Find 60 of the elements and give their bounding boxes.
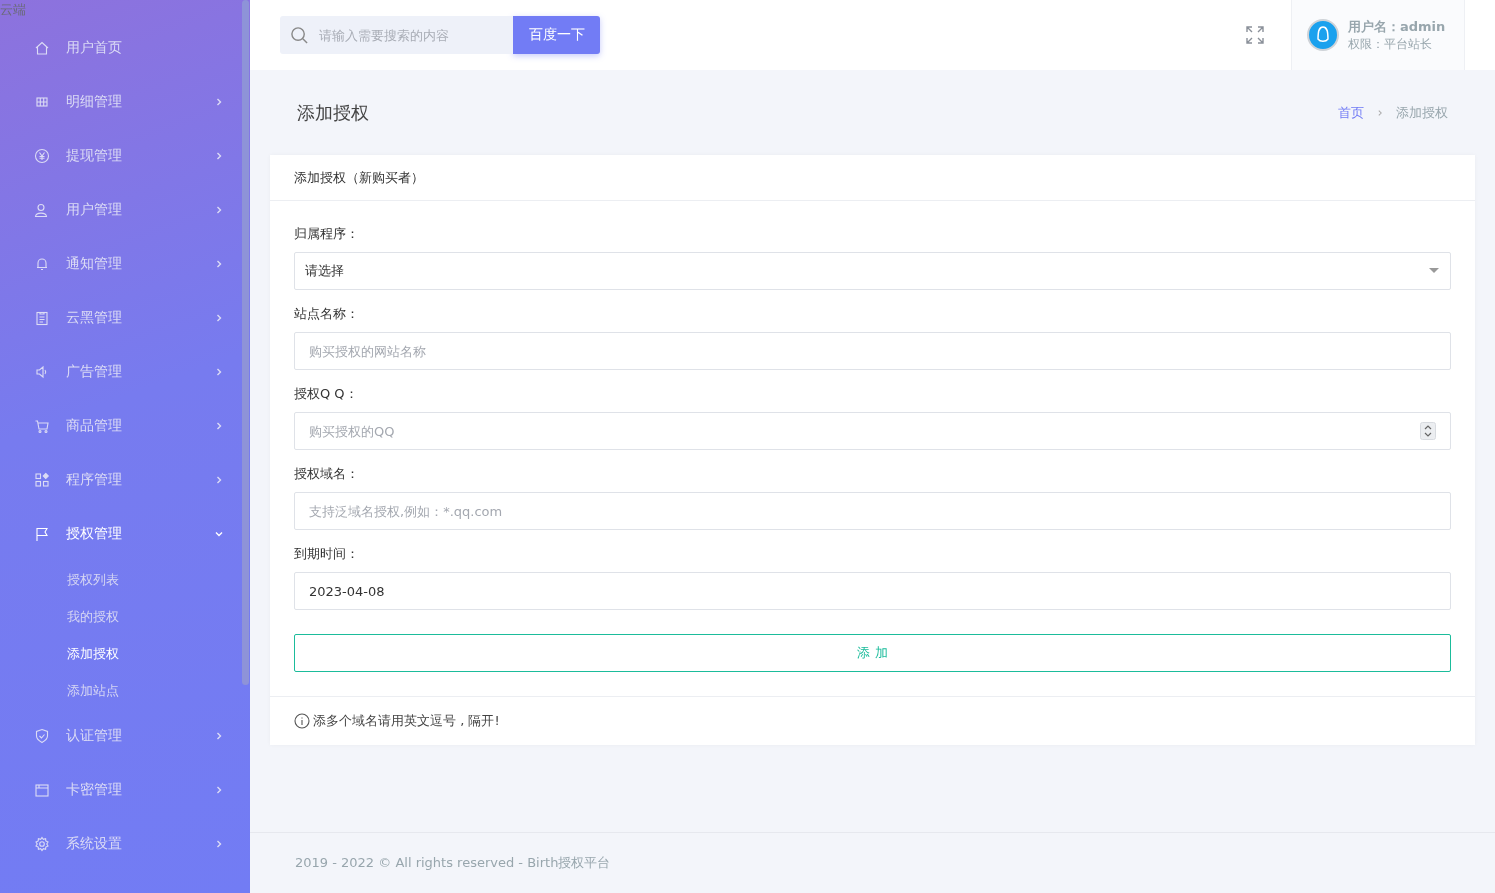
sidebar-item[interactable]: 认证管理 [0, 709, 250, 763]
input-field[interactable]: 购买授权的网站名称 [294, 332, 1451, 370]
grid-icon [34, 94, 50, 110]
page-title: 添加授权 [297, 100, 369, 125]
sidebar-item[interactable]: 广告管理 [0, 345, 250, 399]
card-icon [34, 782, 50, 798]
sidebar-item[interactable]: 系统设置 [0, 817, 250, 871]
card-title: 添加授权（新购买者） [294, 168, 424, 187]
user-role: 权限：平台站长 [1348, 35, 1433, 53]
cart-icon [34, 418, 50, 434]
search-button[interactable]: 百度一下 [513, 16, 600, 54]
sidebar-item[interactable]: 用户管理 [0, 183, 250, 237]
info-icon [294, 713, 310, 729]
input-field[interactable]: 支持泛域名授权,例如：*.qq.com [294, 492, 1451, 530]
apps-icon [34, 472, 50, 488]
yen-icon [34, 148, 50, 164]
user-icon [34, 202, 50, 218]
footer-text: 2019 - 2022 © All rights reserved - Birth授权平台 [295, 854, 611, 872]
home-icon [34, 40, 50, 56]
field-label: 到期时间： [294, 545, 360, 563]
sidebar-item[interactable]: 明细管理 [0, 75, 250, 129]
user-name: 用户名：admin [1348, 17, 1446, 36]
breadcrumb-link[interactable]: 添加授权 [1396, 103, 1448, 122]
logo-text: 云端 [0, 1, 26, 19]
avatar-icon [1307, 19, 1339, 51]
sidebar-item[interactable]: 提现管理 [0, 129, 250, 183]
field-label: 授权域名： [294, 465, 360, 483]
shield-icon [34, 728, 50, 744]
sidebar-item[interactable]: 用户首页 [0, 21, 250, 75]
select-field[interactable]: 请选择 [294, 252, 1451, 290]
search-icon [290, 26, 309, 45]
submenu-item[interactable]: 添加站点 [0, 672, 250, 709]
search-field[interactable]: 请输入需要搜索的内容 [280, 16, 513, 54]
spinner-icon[interactable] [1420, 422, 1436, 440]
scrollbar[interactable] [242, 0, 249, 685]
submenu-item[interactable]: 授权列表 [0, 561, 250, 598]
breadcrumb-link[interactable]: 首页 [1338, 103, 1364, 122]
input-field[interactable]: 购买授权的QQ [294, 412, 1451, 450]
gear-icon [34, 836, 50, 852]
sidebar-item[interactable]: 通知管理 [0, 237, 250, 291]
caret-icon [1428, 267, 1440, 275]
field-label: 授权Q Q： [294, 385, 359, 403]
fullscreen-icon[interactable] [1245, 25, 1265, 45]
add-button[interactable]: 添 加 [294, 634, 1451, 672]
field-label: 站点名称： [294, 305, 360, 323]
breadcrumb-separator-icon [1376, 108, 1384, 117]
field-label: 归属程序： [294, 225, 360, 243]
sidebar-item[interactable]: 云黑管理 [0, 291, 250, 345]
submenu-item[interactable]: 添加授权 [0, 635, 250, 672]
sidebar-item[interactable]: 卡密管理 [0, 763, 250, 817]
submenu-item[interactable]: 我的授权 [0, 598, 250, 635]
hint-text: 添多个域名请用英文逗号 , 隔开! [313, 712, 500, 730]
user-panel[interactable]: 用户名：admin 权限：平台站长 [1291, 0, 1465, 70]
clip-icon [34, 310, 50, 326]
sidebar-item[interactable]: 商品管理 [0, 399, 250, 453]
input-field[interactable]: 2023-04-08 [294, 572, 1451, 610]
sidebar-item[interactable]: 授权管理 [0, 507, 250, 561]
sidebar-item[interactable]: 程序管理 [0, 453, 250, 507]
bell-icon [34, 256, 50, 272]
flag-icon [34, 526, 50, 542]
